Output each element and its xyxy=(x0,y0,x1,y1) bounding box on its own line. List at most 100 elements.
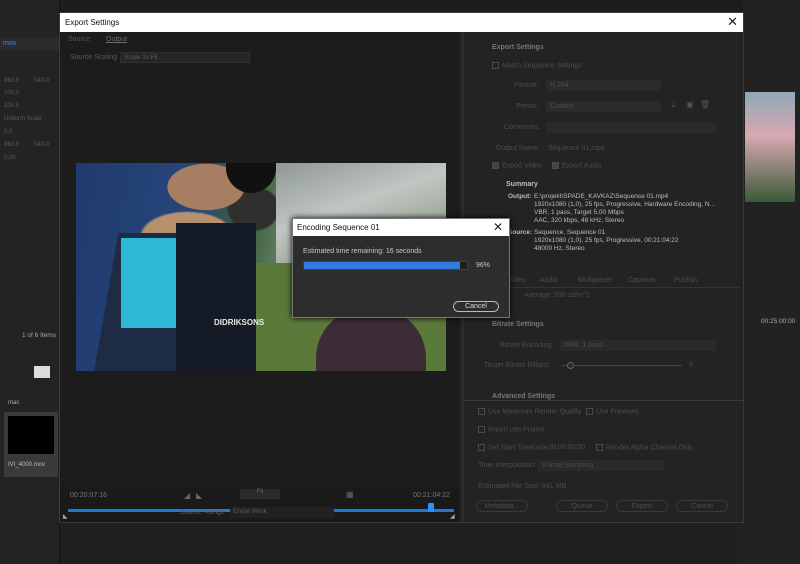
program-timecode: 00:25:00:00 xyxy=(761,318,796,325)
import-preset-icon[interactable]: ▣ xyxy=(686,100,694,109)
queue-button[interactable]: Queue xyxy=(556,500,608,512)
cancel-button[interactable]: Cancel xyxy=(676,500,728,512)
delete-preset-icon[interactable]: 🗑 xyxy=(700,100,710,109)
tab-source[interactable]: Source xyxy=(68,36,90,43)
close-icon[interactable]: ✕ xyxy=(493,220,503,234)
source-range-label: Source Range xyxy=(180,509,225,516)
comments-input[interactable] xyxy=(546,122,716,133)
uniform-scale-checkbox[interactable]: Uniform Scale xyxy=(4,116,42,122)
in-timecode[interactable]: 00:20:07:16 xyxy=(70,492,107,499)
summary-source-line: 1920x1080 (1,0), 25 fps, Progressive, 00… xyxy=(534,237,679,244)
file-size-value: 841 MB xyxy=(542,483,567,490)
import-into-project-checkbox[interactable]: Import into Project xyxy=(478,426,545,433)
file-size-label: Estimated File Size: xyxy=(478,483,540,490)
close-icon[interactable]: ✕ xyxy=(727,14,738,30)
tab-captions[interactable]: Captions xyxy=(628,277,656,284)
dialog-title: Export Settings xyxy=(65,18,120,27)
summary-output-line: VBR, 1 pass, Target 5,00 Mbps xyxy=(534,209,624,216)
advanced-heading: Advanced Settings xyxy=(492,393,556,400)
bitrate-encoding-dropdown[interactable]: VBR, 1 pass xyxy=(560,340,716,351)
value-7: 540,0 xyxy=(34,142,50,148)
source-range-dropdown[interactable]: Entire Work xyxy=(230,507,334,518)
match-sequence-checkbox[interactable]: Match Sequence Settings xyxy=(492,62,582,69)
tab-multiplexer[interactable]: Multiplexer xyxy=(578,277,612,284)
out-point-marker[interactable]: ◢ xyxy=(450,513,455,520)
summary-source-line: 48000 Hz, Stereo xyxy=(534,245,585,252)
panel-tab[interactable]: mov xyxy=(3,40,16,47)
bin-label: mac xyxy=(8,400,20,406)
value-0: 960,0 xyxy=(4,78,20,84)
in-point-marker[interactable]: ◣ xyxy=(63,513,68,520)
use-previews-checkbox[interactable]: Use Previews xyxy=(586,408,639,415)
format-dropdown[interactable]: H.264 xyxy=(546,80,661,91)
tab-output[interactable]: Output xyxy=(106,36,127,43)
output-name-link[interactable]: Sequence 01.mp4 xyxy=(548,145,605,152)
jacket-logo-text: DIDRIKSONS xyxy=(214,318,265,327)
out-timecode[interactable]: 00:21:04:22 xyxy=(413,492,450,499)
export-settings-heading: Export Settings xyxy=(492,44,544,51)
value-2: 100,0 xyxy=(4,90,20,96)
average-label: Average: 200 cd/m^2 xyxy=(524,292,590,299)
bitrate-encoding-label: Bitrate Encoding: xyxy=(500,342,554,349)
tab-audio[interactable]: Audio xyxy=(540,277,558,284)
preset-label: Preset: xyxy=(516,103,539,110)
time-interpolation-label: Time Interpolation: xyxy=(478,462,536,469)
clip-thumbnail[interactable]: IVI_4000.mov xyxy=(4,412,58,477)
value-8: 0,00 xyxy=(4,155,16,161)
items-count: 1 of 6 Items xyxy=(22,332,56,339)
summary-output-line: E:\projekt\SPADE_KAVKAZ\Sequence 01.mp4 xyxy=(534,193,669,200)
tab-publish[interactable]: Publish xyxy=(674,277,697,284)
modal-titlebar: Encoding Sequence 01 ✕ xyxy=(293,219,509,236)
value-6: 960,0 xyxy=(4,142,20,148)
max-render-quality-checkbox[interactable]: Use Maximum Render Quality xyxy=(478,408,581,415)
mark-in-icon[interactable]: ◢ xyxy=(184,491,190,500)
start-timecode-value[interactable]: 00:00:00:00 xyxy=(548,444,585,451)
progress-fill xyxy=(304,262,461,269)
output-name-label: Output Name: xyxy=(496,145,540,152)
save-preset-icon[interactable]: ⤓ xyxy=(672,100,676,110)
format-label: Format: xyxy=(514,82,539,89)
set-start-timecode-checkbox[interactable]: Set Start Timecode xyxy=(478,444,548,451)
export-video-checkbox[interactable]: Export Video xyxy=(492,162,542,169)
comments-label: Comments: xyxy=(504,124,540,131)
target-bitrate-value[interactable]: 5 xyxy=(689,362,693,369)
tab-video[interactable]: Video xyxy=(508,277,526,284)
program-preview xyxy=(745,92,795,202)
value-5: 0,0 xyxy=(4,129,13,135)
progress-percent: 96% xyxy=(476,262,491,269)
source-scaling-dropdown[interactable]: Scale To Fit xyxy=(120,52,250,63)
settings-tabbar: Video Audio Multiplexer Captions Publish xyxy=(478,276,740,288)
clip-name: IVI_4000.mov xyxy=(8,462,46,468)
metadata-button[interactable]: Metadata... xyxy=(476,500,528,512)
mark-out-icon[interactable]: ◣ xyxy=(196,491,202,500)
source-scaling-label: Source Scaling xyxy=(70,54,118,61)
time-remaining: Estimated time remaining: 16 seconds xyxy=(303,248,422,255)
export-button[interactable]: Export xyxy=(616,500,668,512)
export-audio-checkbox[interactable]: Export Audio xyxy=(552,162,602,169)
playhead-handle[interactable] xyxy=(427,503,434,512)
zoom-dropdown[interactable]: Fit xyxy=(240,489,280,499)
target-bitrate-slider[interactable] xyxy=(562,365,682,366)
timeline-panel xyxy=(60,522,743,564)
value-3: 100,0 xyxy=(4,103,20,109)
encoding-progress-dialog: Encoding Sequence 01 ✕ Estimated time re… xyxy=(292,218,510,318)
summary-output-line: AAC, 320 kbps, 48 kHz, Stereo xyxy=(534,217,624,224)
program-monitor: 00:25:00:00 xyxy=(743,0,800,564)
summary-heading: Summary xyxy=(506,181,538,188)
summary-output-line: 1920x1080 (1,0), 25 fps, Progressive, Ha… xyxy=(534,201,716,208)
summary-output-label: Output: xyxy=(508,193,532,200)
folder-icon[interactable] xyxy=(34,366,50,378)
project-panel: mov 960,0 540,0 100,0 100,0 Uniform Scal… xyxy=(0,0,60,564)
aspect-icon[interactable]: ▦ xyxy=(346,490,354,499)
time-interpolation-dropdown[interactable]: Frame Sampling xyxy=(538,460,664,471)
bitrate-heading: Bitrate Settings xyxy=(492,321,544,328)
render-alpha-checkbox[interactable]: Render Alpha Channel Only xyxy=(596,444,693,451)
cancel-encoding-button[interactable]: Cancel xyxy=(453,301,499,312)
value-1: 540,0 xyxy=(34,78,50,84)
preset-dropdown[interactable]: Custom xyxy=(546,101,661,112)
modal-title: Encoding Sequence 01 xyxy=(297,223,380,232)
slider-handle[interactable] xyxy=(567,362,574,369)
summary-source-label: Source: xyxy=(508,229,533,236)
target-bitrate-label: Target Bitrate [Mbps]: xyxy=(484,362,551,369)
dialog-titlebar: Export Settings ✕ xyxy=(60,13,743,32)
